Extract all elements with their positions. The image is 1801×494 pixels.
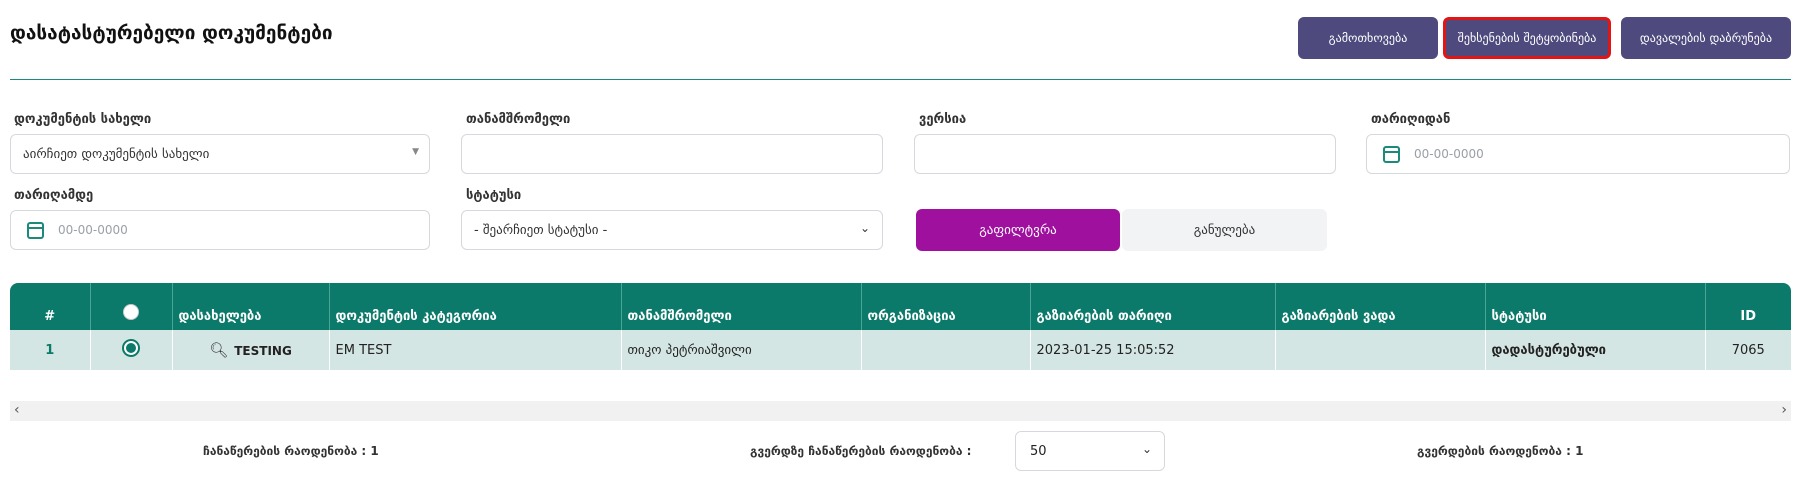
- per-page-label: გვერდზე ჩანაწერების რაოდენობა :: [750, 444, 972, 458]
- col-header-name[interactable]: დასახელება: [172, 283, 330, 330]
- col-header-category[interactable]: დოკუმენტის კატეგორია: [329, 283, 622, 330]
- doc-name-select[interactable]: აირჩიეთ დოკუმენტის სახელი ▼: [10, 134, 430, 174]
- return-task-button[interactable]: დავალების დაბრუნება: [1621, 17, 1791, 59]
- date-from-placeholder: 00-00-0000: [1414, 147, 1484, 161]
- records-count: ჩანაწერების რაოდენობა : 1: [203, 444, 379, 458]
- cell-id: 7065: [1705, 330, 1791, 370]
- select-all-radio[interactable]: [123, 304, 139, 320]
- notify-button[interactable]: შეხსენების შეტყობინება: [1443, 17, 1611, 59]
- cell-share-deadline: [1275, 330, 1486, 370]
- col-header-share-deadline[interactable]: გაზიარების ვადა: [1275, 283, 1486, 330]
- cell-name[interactable]: 🔍︎ TESTING: [172, 330, 330, 370]
- cell-status: დადასტურებული: [1485, 330, 1706, 370]
- calendar-icon: [1383, 145, 1400, 163]
- status-select-value: - შეარჩიეთ სტატუსი -: [474, 222, 608, 238]
- employee-label: თანამშრომელი: [466, 112, 571, 127]
- page-title: დასატასტურებელი დოკუმენტები: [10, 22, 333, 44]
- horizontal-scrollbar[interactable]: ‹ ›: [10, 401, 1791, 421]
- doc-name-label: დოკუმენტის სახელი: [14, 112, 152, 127]
- col-header-status[interactable]: სტატუსი: [1485, 283, 1706, 330]
- per-page-value: 50: [1030, 443, 1047, 459]
- row-select-radio[interactable]: [122, 339, 140, 357]
- pages-count: გვერდების რაოდენობა : 1: [1417, 444, 1584, 458]
- cell-name-text: TESTING: [234, 344, 292, 358]
- employee-input[interactable]: [461, 134, 883, 174]
- chevron-down-icon: ⌄: [1141, 442, 1152, 456]
- per-page-select[interactable]: 50 ⌄: [1015, 431, 1165, 471]
- reset-button[interactable]: განულება: [1122, 209, 1327, 251]
- date-from-label: თარიღიდან: [1371, 112, 1451, 127]
- col-header-select[interactable]: [90, 283, 173, 330]
- col-header-num: #: [10, 283, 91, 330]
- calendar-icon: [27, 221, 44, 239]
- cell-category: EM TEST: [329, 330, 622, 370]
- date-to-label: თარიღამდე: [14, 188, 94, 203]
- documents-table: # დასახელება დოკუმენტის კატეგორია თანამშ…: [10, 283, 1791, 370]
- scroll-right-icon[interactable]: ›: [1781, 402, 1787, 418]
- cell-share-date: 2023-01-25 15:05:52: [1030, 330, 1276, 370]
- cell-organization: [861, 330, 1031, 370]
- col-header-employee[interactable]: თანამშრომელი: [621, 283, 862, 330]
- col-header-organization[interactable]: ორგანიზაცია: [861, 283, 1031, 330]
- status-label: სტატუსი: [466, 188, 522, 203]
- version-input[interactable]: [914, 134, 1336, 174]
- caret-down-icon: ▼: [412, 147, 419, 157]
- filter-button[interactable]: გაფილტვრა: [916, 209, 1120, 251]
- chevron-down-icon: ⌄: [859, 221, 870, 235]
- date-from-input[interactable]: 00-00-0000: [1366, 134, 1790, 174]
- doc-name-value: აირჩიეთ დოკუმენტის სახელი: [23, 146, 210, 162]
- status-select[interactable]: - შეარჩიეთ სტატუსი - ⌄: [461, 210, 883, 250]
- version-label: ვერსია: [919, 112, 967, 127]
- scroll-left-icon[interactable]: ‹: [14, 402, 20, 418]
- cell-num: 1: [10, 330, 91, 370]
- header-divider: [10, 79, 1791, 80]
- col-header-id[interactable]: ID: [1705, 283, 1791, 330]
- date-to-placeholder: 00-00-0000: [58, 223, 128, 237]
- cell-select[interactable]: [90, 330, 173, 370]
- cell-employee: თიკო პეტრიაშვილი: [621, 330, 862, 370]
- table-header-row: # დასახელება დოკუმენტის კატეგორია თანამშ…: [10, 283, 1791, 330]
- search-icon[interactable]: 🔍︎: [209, 341, 228, 359]
- col-header-share-date[interactable]: გაზიარების თარიღი: [1030, 283, 1276, 330]
- date-to-input[interactable]: 00-00-0000: [10, 210, 430, 250]
- request-button[interactable]: გამოთხოვება: [1298, 17, 1438, 59]
- table-row[interactable]: 1 🔍︎ TESTING EM TEST თიკო პეტრიაშვილი 202…: [10, 330, 1791, 370]
